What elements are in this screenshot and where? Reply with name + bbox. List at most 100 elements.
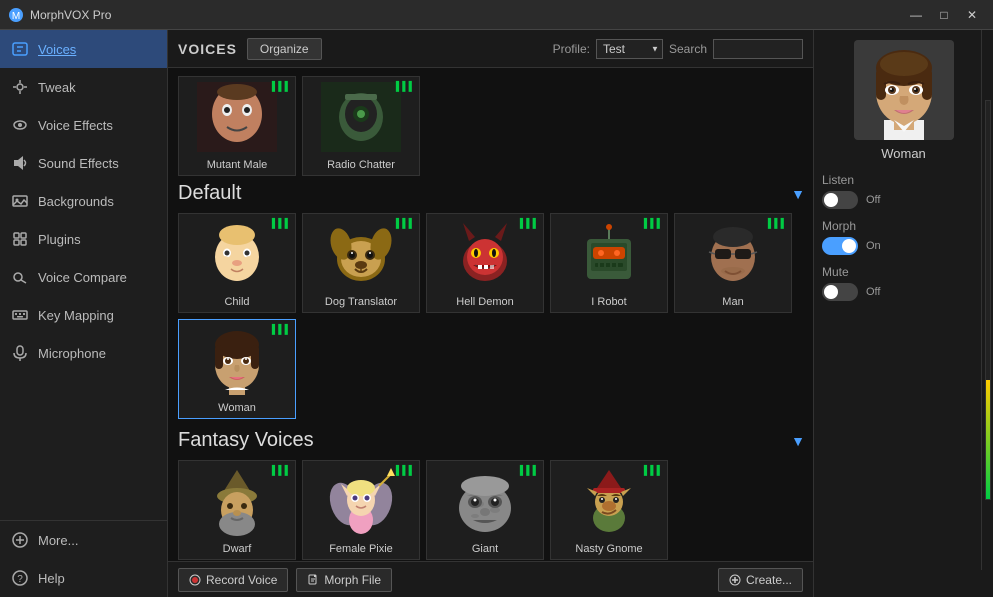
voice-card-i-robot[interactable]: ▌▌▌ I Robot (550, 213, 668, 313)
sidebar-item-microphone[interactable]: Microphone (0, 334, 167, 372)
listen-toggle[interactable] (822, 191, 858, 209)
sidebar-item-voice-compare[interactable]: Voice Compare (0, 258, 167, 296)
morph-toggle[interactable] (822, 237, 858, 255)
close-button[interactable]: ✕ (959, 4, 985, 26)
voice-name: Female Pixie (303, 543, 419, 555)
sidebar-item-voices[interactable]: Voices (0, 30, 167, 68)
organize-button[interactable]: Organize (247, 38, 322, 60)
sidebar-item-plugins[interactable]: Plugins (0, 220, 167, 258)
backgrounds-icon (10, 191, 30, 211)
fantasy-section-title: Fantasy Voices (178, 429, 314, 452)
profile-select[interactable]: Test Default (596, 39, 663, 59)
sidebar-voice-effects-label: Voice Effects (38, 118, 113, 133)
search-input[interactable] (713, 39, 803, 59)
record-voice-button[interactable]: Record Voice (178, 568, 288, 592)
pinned-voices: ▌▌▌ Mutant Male (178, 76, 805, 176)
morph-file-icon (307, 574, 319, 586)
search-label: Search (669, 42, 707, 56)
voice-effects-icon (10, 115, 30, 135)
fantasy-voice-grid: ▌▌▌ Dwarf (178, 460, 805, 560)
help-icon: ? (10, 568, 30, 588)
main-container: Voices Tweak Voice Effects Sound Effects… (0, 30, 993, 597)
sidebar-item-sound-effects[interactable]: Sound Effects (0, 144, 167, 182)
fantasy-section-header: Fantasy Voices ▼ (178, 429, 805, 452)
sidebar-item-backgrounds[interactable]: Backgrounds (0, 182, 167, 220)
sidebar: Voices Tweak Voice Effects Sound Effects… (0, 30, 168, 597)
voice-name: Man (675, 296, 791, 308)
topbar: VOICES Organize Profile: Test Default Se… (168, 30, 813, 68)
plugins-icon (10, 229, 30, 249)
voice-name: Giant (427, 543, 543, 555)
voice-name: Dwarf (179, 543, 295, 555)
voices-icon (10, 39, 30, 59)
more-icon (10, 530, 30, 550)
sidebar-item-key-mapping[interactable]: Key Mapping (0, 296, 167, 334)
sidebar-item-tweak[interactable]: Tweak (0, 68, 167, 106)
sidebar-plugins-label: Plugins (38, 232, 81, 247)
sidebar-item-help[interactable]: ? Help (0, 559, 167, 597)
sidebar-voice-compare-label: Voice Compare (38, 270, 127, 285)
profile-section: Profile: Test Default Search (553, 39, 803, 59)
voice-card-man[interactable]: ▌▌▌ Man (674, 213, 792, 313)
sidebar-bottom: More... ? Help (0, 520, 167, 597)
signal-icon: ▌▌▌ (520, 465, 539, 475)
default-collapse-arrow[interactable]: ▼ (791, 186, 805, 202)
right-voice-portrait (854, 40, 954, 140)
record-voice-label: Record Voice (206, 573, 277, 587)
voice-card-child[interactable]: ▌▌▌ Child (178, 213, 296, 313)
voice-compare-icon (10, 267, 30, 287)
sidebar-item-more[interactable]: More... (0, 521, 167, 559)
morph-file-label: Morph File (324, 573, 381, 587)
signal-icon: ▌▌▌ (644, 465, 663, 475)
sidebar-microphone-label: Microphone (38, 346, 106, 361)
default-voice-grid: ▌▌▌ Child (178, 213, 805, 419)
voice-card-woman[interactable]: ▌▌▌ Woman (178, 319, 296, 419)
signal-icon: ▌▌▌ (396, 81, 415, 91)
sidebar-item-voice-effects[interactable]: Voice Effects (0, 106, 167, 144)
create-button[interactable]: Create... (718, 568, 803, 592)
voice-name: Radio Chatter (303, 159, 419, 171)
signal-icon: ▌▌▌ (272, 218, 291, 228)
mute-label: Mute (822, 265, 985, 279)
signal-icon: ▌▌▌ (768, 218, 787, 228)
voice-name: Nasty Gnome (551, 543, 667, 555)
create-label: Create... (746, 573, 792, 587)
morph-state: On (866, 240, 881, 252)
signal-icon: ▌▌▌ (396, 465, 415, 475)
listen-label: Listen (822, 173, 985, 187)
voice-name: Mutant Male (179, 159, 295, 171)
fantasy-collapse-arrow[interactable]: ▼ (791, 433, 805, 449)
voice-card-giant[interactable]: ▌▌▌ Giant (426, 460, 544, 560)
default-section-title: Default (178, 182, 241, 205)
signal-icon: ▌▌▌ (272, 324, 291, 334)
voice-card-mutant-male[interactable]: ▌▌▌ Mutant Male (178, 76, 296, 176)
voice-name: Child (179, 296, 295, 308)
listen-control: Listen Off (822, 173, 985, 209)
voice-card-nasty-gnome[interactable]: ▌▌▌ Nasty Gnome (550, 460, 668, 560)
listen-state: Off (866, 194, 880, 206)
svg-text:M: M (12, 11, 20, 22)
app-title: MorphVOX Pro (30, 8, 903, 22)
sidebar-help-label: Help (38, 571, 65, 586)
signal-icon: ▌▌▌ (520, 218, 539, 228)
mute-toggle[interactable] (822, 283, 858, 301)
bottombar: Record Voice Morph File Create... (168, 561, 813, 597)
voice-card-radio-chatter[interactable]: ▌▌▌ Radio Chatter (302, 76, 420, 176)
right-voice-name: Woman (881, 146, 926, 161)
window-controls: — □ ✕ (903, 4, 985, 26)
maximize-button[interactable]: □ (931, 4, 957, 26)
app-icon: M (8, 7, 24, 23)
morph-file-button[interactable]: Morph File (296, 568, 392, 592)
mute-state: Off (866, 286, 880, 298)
voices-scroll[interactable]: ▌▌▌ Mutant Male (168, 68, 813, 561)
voice-card-dog-translator[interactable]: ▌▌▌ Dog Translator (302, 213, 420, 313)
voice-name: Hell Demon (427, 296, 543, 308)
voices-title: VOICES (178, 41, 237, 57)
minimize-button[interactable]: — (903, 4, 929, 26)
voice-card-hell-demon[interactable]: ▌▌▌ Hell Demon (426, 213, 544, 313)
sidebar-key-mapping-label: Key Mapping (38, 308, 114, 323)
voice-card-dwarf[interactable]: ▌▌▌ Dwarf (178, 460, 296, 560)
signal-icon: ▌▌▌ (644, 218, 663, 228)
voice-card-female-pixie[interactable]: ▌▌▌ Female Pixie (302, 460, 420, 560)
sound-effects-icon (10, 153, 30, 173)
